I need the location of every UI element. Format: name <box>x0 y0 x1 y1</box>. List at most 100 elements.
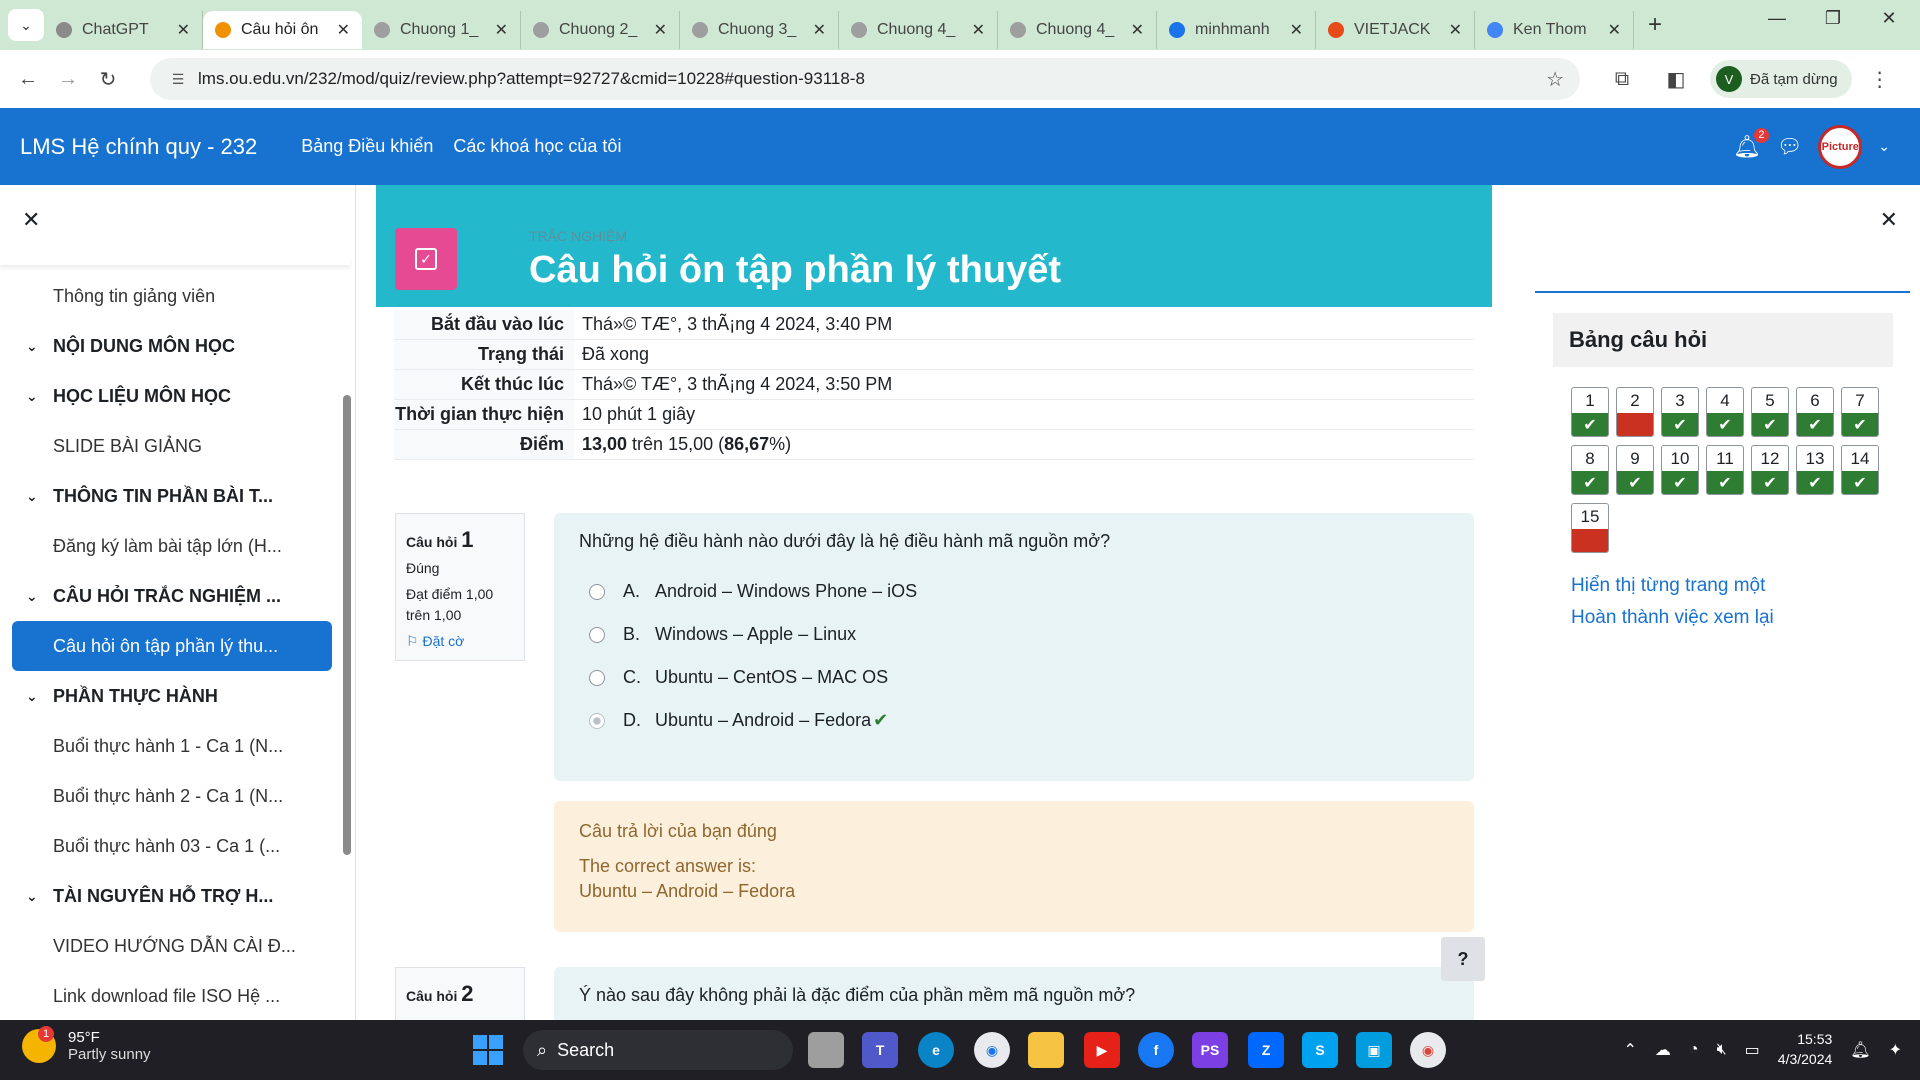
section-toggle[interactable]: ⌄ CÂU HỎI TRẮC NGHIỆM ... <box>0 571 340 621</box>
browser-tab[interactable]: Chuong 2_ ✕ <box>521 11 680 49</box>
browser-tab[interactable]: minhmanh ✕ <box>1157 11 1316 49</box>
chevron-down-icon[interactable]: ⌄ <box>26 888 53 905</box>
answer-option[interactable]: C. Ubuntu – CentOS – MAC OS <box>579 656 1449 699</box>
chevron-down-icon[interactable]: ⌄ <box>26 338 53 355</box>
browser-tab[interactable]: Chuong 1_ ✕ <box>362 11 521 49</box>
question-nav-button[interactable]: 3 ✔ <box>1661 387 1699 437</box>
close-window-button[interactable]: ✕ <box>1866 8 1912 29</box>
course-index-item[interactable]: Câu hỏi ôn tập phần lý thu... <box>12 621 332 671</box>
facebook-icon[interactable]: f <box>1138 1032 1174 1068</box>
phpstorm-icon[interactable]: PS <box>1192 1032 1228 1068</box>
teams-icon[interactable]: T <box>862 1032 898 1068</box>
chevron-down-icon[interactable]: ⌄ <box>26 688 53 705</box>
tab-close-icon[interactable]: ✕ <box>1131 20 1144 40</box>
close-drawer-icon[interactable]: ✕ <box>22 207 40 233</box>
course-index-item[interactable]: Buổi thực hành 03 - Ca 1 (... <box>0 821 340 871</box>
section-toggle[interactable]: ⌄ NỘI DUNG MÔN HỌC <box>0 321 340 371</box>
browser-tab[interactable]: ChatGPT ✕ <box>44 11 203 49</box>
taskbar-search[interactable]: ⌕ Search <box>523 1030 793 1070</box>
question-nav-button[interactable]: 8 ✔ <box>1571 445 1609 495</box>
notification-bell-icon[interactable]: 🔔︎ <box>1850 1040 1870 1060</box>
tab-close-icon[interactable]: ✕ <box>1290 20 1303 40</box>
tray-overflow-icon[interactable]: ⌃ <box>1623 1040 1636 1060</box>
volume-muted-icon[interactable]: 🔇︎ <box>1717 1041 1727 1059</box>
browser-tab[interactable]: VIETJACK ✕ <box>1316 11 1475 49</box>
address-bar[interactable]: ☰ lms.ou.edu.vn/232/mod/quiz/review.php?… <box>150 58 1580 100</box>
question-nav-button[interactable]: 2 <box>1616 387 1654 437</box>
user-menu-chevron-icon[interactable]: ⌄ <box>1878 138 1890 155</box>
question-nav-button[interactable]: 10 ✔ <box>1661 445 1699 495</box>
profile-button[interactable]: V Đã tạm dừng <box>1710 60 1852 98</box>
battery-icon[interactable]: ▭ <box>1745 1040 1760 1060</box>
tab-close-icon[interactable]: ✕ <box>813 20 826 40</box>
tab-close-icon[interactable]: ✕ <box>1449 20 1462 40</box>
zalo-icon[interactable]: Z <box>1248 1032 1284 1068</box>
forward-icon[interactable]: → <box>48 68 88 91</box>
section-toggle[interactable]: ⌄ THÔNG TIN PHẦN BÀI T... <box>0 471 340 521</box>
copilot-icon[interactable]: ✦ <box>1889 1040 1902 1060</box>
tab-close-icon[interactable]: ✕ <box>1608 20 1621 40</box>
drawer-scrollbar[interactable] <box>343 395 351 855</box>
course-index-item[interactable]: VIDEO HƯỚNG DẪN CÀI Đ... <box>0 921 340 971</box>
side-panel-icon[interactable]: ◧ <box>1656 67 1696 92</box>
edge-icon[interactable]: e <box>918 1032 954 1068</box>
chevron-down-icon[interactable]: ⌄ <box>26 388 53 405</box>
chrome-icon[interactable]: ◉ <box>974 1032 1010 1068</box>
flag-question-button[interactable]: ⚐ Đặt cờ <box>406 630 514 652</box>
show-one-page-link[interactable]: Hiển thị từng trang một <box>1553 575 1893 597</box>
tab-close-icon[interactable]: ✕ <box>177 20 190 40</box>
browser-tab[interactable]: Ken Thom ✕ <box>1475 11 1634 49</box>
question-nav-button[interactable]: 4 ✔ <box>1706 387 1744 437</box>
browser-tab[interactable]: Chuong 4_ ✕ <box>839 11 998 49</box>
close-block-drawer-icon[interactable]: ✕ <box>1880 207 1898 233</box>
tab-search-button[interactable]: ⌄ <box>8 9 44 41</box>
course-index-item[interactable]: Đăng ký làm bài tập lớn (H... <box>0 521 340 571</box>
question-nav-button[interactable]: 6 ✔ <box>1796 387 1834 437</box>
question-nav-button[interactable]: 14 ✔ <box>1841 445 1879 495</box>
question-nav-button[interactable]: 12 ✔ <box>1751 445 1789 495</box>
answer-option[interactable]: A. Android – Windows Phone – iOS <box>579 570 1449 613</box>
question-nav-button[interactable]: 15 <box>1571 503 1609 553</box>
tab-close-icon[interactable]: ✕ <box>654 20 667 40</box>
wifi-icon[interactable]: ◔ <box>1689 1041 1699 1059</box>
course-index-item[interactable]: Buổi thực hành 1 - Ca 1 (N... <box>0 721 340 771</box>
section-toggle[interactable]: ⌄ PHẦN THỰC HÀNH <box>0 671 340 721</box>
question-nav-button[interactable]: 11 ✔ <box>1706 445 1744 495</box>
clock[interactable]: 15:53 4/3/2024 <box>1778 1030 1833 1069</box>
reload-icon[interactable]: ↻ <box>88 67 128 92</box>
chevron-down-icon[interactable]: ⌄ <box>26 488 53 505</box>
nav-my-courses[interactable]: Các khoá học của tôi <box>453 136 621 157</box>
question-nav-button[interactable]: 5 ✔ <box>1751 387 1789 437</box>
start-button[interactable] <box>473 1035 503 1065</box>
radio-button[interactable] <box>589 583 605 600</box>
extensions-icon[interactable]: ⧉ <box>1602 68 1642 91</box>
weather-widget[interactable]: 1 95°F Partly sunny <box>22 1026 151 1063</box>
new-tab-button[interactable]: + <box>1648 11 1662 39</box>
browser-tab[interactable]: Chuong 3_ ✕ <box>680 11 839 49</box>
answer-option[interactable]: B. Windows – Apple – Linux <box>579 613 1449 656</box>
course-index-item[interactable]: Link download file ISO Hệ ... <box>0 971 340 1020</box>
chrome-profile-icon[interactable]: ◉ <box>1410 1032 1446 1068</box>
finish-review-link[interactable]: Hoàn thành việc xem lại <box>1553 607 1893 629</box>
chevron-down-icon[interactable]: ⌄ <box>26 588 53 605</box>
tab-close-icon[interactable]: ✕ <box>337 20 350 40</box>
tab-close-icon[interactable]: ✕ <box>495 20 508 40</box>
file-explorer-icon[interactable] <box>1028 1032 1064 1068</box>
browser-tab[interactable]: Chuong 4_ ✕ <box>998 11 1157 49</box>
question-nav-button[interactable]: 7 ✔ <box>1841 387 1879 437</box>
course-index-item[interactable]: Thông tin giảng viên <box>0 271 340 321</box>
radio-button[interactable] <box>589 669 605 686</box>
question-nav-button[interactable]: 13 ✔ <box>1796 445 1834 495</box>
site-info-icon[interactable]: ☰ <box>158 71 198 88</box>
radio-button[interactable] <box>589 712 605 729</box>
section-toggle[interactable]: ⌄ HỌC LIỆU MÔN HỌC <box>0 371 340 421</box>
user-avatar[interactable]: Picture <box>1818 124 1863 169</box>
app-icon[interactable]: ▣ <box>1356 1032 1392 1068</box>
site-brand[interactable]: LMS Hệ chính quy - 232 <box>20 134 257 160</box>
notifications-button[interactable]: 🔔︎ 2 <box>1733 127 1769 160</box>
maximize-button[interactable]: ❐ <box>1810 8 1856 29</box>
question-nav-button[interactable]: 1 ✔ <box>1571 387 1609 437</box>
skype-icon[interactable]: S <box>1302 1032 1338 1068</box>
bookmark-star-icon[interactable]: ☆ <box>1546 67 1564 92</box>
radio-button[interactable] <box>589 626 605 643</box>
